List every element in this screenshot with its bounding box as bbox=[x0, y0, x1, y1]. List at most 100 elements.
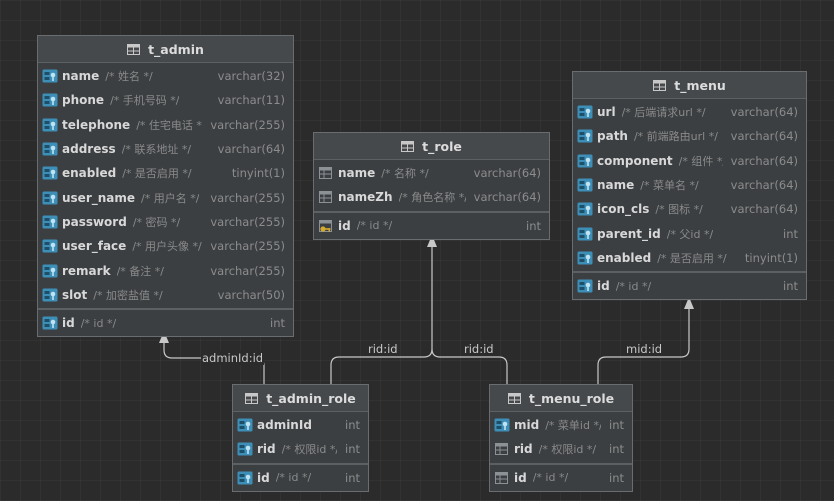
table-title: t_menu bbox=[674, 77, 726, 93]
table-icon bbox=[401, 140, 415, 152]
column-type: varchar(64) bbox=[730, 129, 798, 144]
column-section: url /* 后端请求url */ varchar(64) path /* 前端路由ur… bbox=[573, 99, 806, 271]
column-row[interactable]: rid /* 权限id */ int bbox=[233, 437, 368, 461]
column-name: user_name bbox=[62, 190, 136, 205]
table-icon bbox=[127, 43, 141, 55]
column-name: remark bbox=[62, 263, 111, 278]
column-name: name bbox=[597, 178, 635, 193]
column-type: varchar(64) bbox=[473, 166, 541, 181]
column-comment: /* 用户名 */ bbox=[141, 191, 200, 205]
column-comment: /* 名称 */ bbox=[381, 167, 429, 181]
column-section: adminId int rid /* 权限id */ int bbox=[233, 412, 368, 463]
column-row[interactable]: adminId int bbox=[233, 413, 368, 437]
table-title: t_admin_role bbox=[266, 390, 356, 406]
column-name: address bbox=[62, 142, 116, 157]
column-row[interactable]: path /* 前端路由url */ varchar(64) bbox=[573, 124, 806, 148]
column-row[interactable]: enabled /* 是否启用 */ tinyint(1) bbox=[38, 161, 293, 185]
column-type: int bbox=[609, 442, 624, 457]
table-header: t_role bbox=[314, 133, 549, 160]
column-icon bbox=[319, 167, 332, 180]
column-name: telephone bbox=[62, 117, 131, 132]
column-type: varchar(255) bbox=[210, 214, 285, 229]
column-type: int bbox=[609, 470, 624, 485]
index-column-icon bbox=[42, 215, 58, 229]
table-t-role[interactable]: t_role name /* 名称 */ varchar(64) nameZh /* 角色… bbox=[313, 132, 550, 240]
column-row[interactable]: telephone /* 住宅电话 */ varchar(255) bbox=[38, 113, 293, 137]
column-row[interactable]: phone /* 手机号码 */ varchar(11) bbox=[38, 88, 293, 112]
column-row[interactable]: icon_cls /* 图标 */ varchar(64) bbox=[573, 197, 806, 221]
edge-label-admin-role-rid-id: rid:id bbox=[367, 342, 399, 356]
index-column-icon bbox=[42, 166, 58, 180]
column-type: varchar(64) bbox=[473, 190, 541, 205]
column-row[interactable]: id /* id */ int bbox=[233, 466, 368, 490]
column-row[interactable]: address /* 联系地址 */ varchar(64) bbox=[38, 137, 293, 161]
column-comment: /* 联系地址 */ bbox=[121, 143, 192, 157]
column-name: password bbox=[62, 214, 127, 229]
column-comment: /* 手机号码 */ bbox=[110, 94, 180, 108]
table-t-menu[interactable]: t_menu url /* 后端请求url */ varchar(64) path /* … bbox=[572, 71, 807, 301]
column-comment: /* 住宅电话 */ bbox=[136, 118, 203, 132]
index-column-icon bbox=[577, 279, 593, 293]
column-name: rid bbox=[514, 442, 533, 457]
column-row[interactable]: parent_id /* 父id */ int bbox=[573, 221, 806, 245]
column-section: mid /* 菜单id */ int rid /* 权限id */ int bbox=[490, 412, 632, 463]
column-row[interactable]: url /* 后端请求url */ varchar(64) bbox=[573, 100, 806, 124]
column-name: mid bbox=[514, 418, 540, 433]
column-row[interactable]: name /* 姓名 */ varchar(32) bbox=[38, 64, 293, 88]
table-t-admin-role[interactable]: t_admin_role adminId int rid/* 权限id */int id… bbox=[232, 384, 369, 492]
column-row[interactable]: id /* id */ int bbox=[490, 466, 632, 490]
column-row[interactable]: slot /* 加密盐值 */ varchar(50) bbox=[38, 283, 293, 307]
column-name: id bbox=[597, 279, 610, 294]
column-row[interactable]: user_name /* 用户名 */ varchar(255) bbox=[38, 185, 293, 209]
column-icon bbox=[495, 471, 508, 484]
column-name: name bbox=[62, 69, 100, 84]
index-column-icon bbox=[577, 105, 593, 119]
column-name: url bbox=[597, 105, 616, 120]
table-t-admin[interactable]: t_admin name /* 姓名 */ varchar(32) phone /* 手机… bbox=[37, 35, 294, 338]
index-column-icon bbox=[494, 418, 510, 432]
key-section: id /* id */ int bbox=[490, 462, 632, 491]
column-icon bbox=[319, 191, 332, 204]
index-column-icon bbox=[577, 202, 593, 216]
column-row[interactable]: enabled /* 是否启用 */ tinyint(1) bbox=[573, 246, 806, 270]
column-row[interactable]: id /* id */ int bbox=[38, 311, 293, 335]
column-comment: /* 父id */ bbox=[666, 227, 714, 241]
column-comment: /* 菜单名 */ bbox=[640, 179, 699, 193]
column-row[interactable]: id /* id */ int bbox=[314, 214, 549, 238]
table-icon bbox=[245, 392, 259, 404]
index-column-icon bbox=[42, 191, 58, 205]
edge-line-admin-role-rid-id bbox=[330, 241, 433, 384]
column-name: id bbox=[257, 470, 270, 485]
column-comment: /* 加密盐值 */ bbox=[93, 288, 163, 302]
column-row[interactable]: password /* 密码 */ varchar(255) bbox=[38, 210, 293, 234]
column-row[interactable]: remark /* 备注 */ varchar(255) bbox=[38, 258, 293, 282]
column-name: id bbox=[514, 470, 527, 485]
column-type: int bbox=[345, 442, 360, 457]
column-row[interactable]: mid /* 菜单id */ int bbox=[490, 413, 632, 437]
column-row[interactable]: nameZh /* 角色名称 */ varchar(64) bbox=[314, 185, 549, 209]
index-column-icon bbox=[42, 118, 58, 132]
index-column-icon bbox=[577, 178, 593, 192]
column-row[interactable]: name /* 名称 */ varchar(64) bbox=[314, 161, 549, 185]
column-row[interactable]: name /* 菜单名 */ varchar(64) bbox=[573, 173, 806, 197]
index-column-icon bbox=[42, 239, 58, 253]
column-row[interactable]: component /* 组件 */ varchar(64) bbox=[573, 149, 806, 173]
column-row[interactable]: user_face /* 用户头像 */ varchar(255) bbox=[38, 234, 293, 258]
column-section: name /* 名称 */ varchar(64) nameZh /* 角色名称 */ v… bbox=[314, 160, 549, 211]
column-type: int bbox=[345, 418, 360, 433]
column-row[interactable]: id /* id */ int bbox=[573, 274, 806, 298]
table-t-menu-role[interactable]: t_menu_role mid /* 菜单id */ int rid /* 权限id */… bbox=[489, 384, 633, 492]
column-type: varchar(64) bbox=[730, 105, 798, 120]
key-section: id /* id */ int bbox=[233, 462, 368, 491]
column-type: varchar(255) bbox=[210, 239, 285, 254]
column-name: parent_id bbox=[597, 226, 661, 241]
column-comment: /* id */ bbox=[532, 471, 569, 485]
primary-key-icon bbox=[319, 219, 332, 232]
column-row[interactable]: rid /* 权限id */ int bbox=[490, 437, 632, 461]
column-name: name bbox=[338, 166, 376, 181]
column-comment: /* 前端路由url */ bbox=[633, 130, 718, 144]
column-name: phone bbox=[62, 93, 105, 108]
table-title: t_menu_role bbox=[528, 390, 615, 406]
index-column-icon bbox=[42, 69, 58, 83]
column-name: slot bbox=[62, 287, 88, 302]
